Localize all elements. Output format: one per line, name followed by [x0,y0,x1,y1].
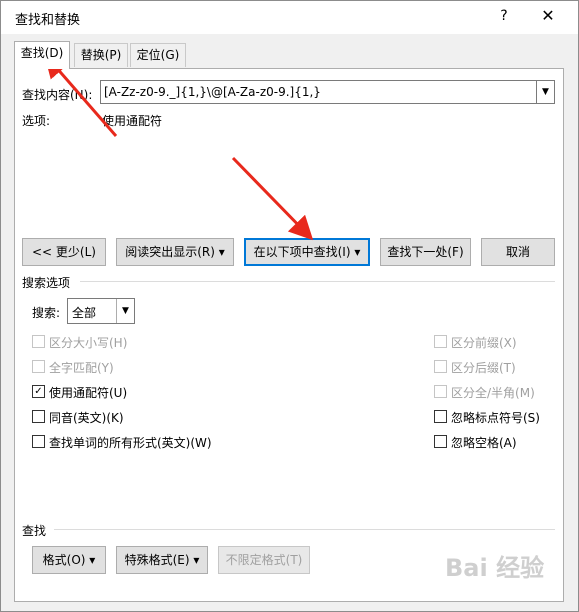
checkbox-box [434,435,447,448]
special-button[interactable]: 特殊格式(E) ▾ [116,546,208,574]
options-value: 使用通配符 [102,114,163,128]
checkbox-label: 区分全/半角(M) [451,386,535,400]
checkbox-label: 查找单词的所有形式(英文)(W) [49,436,212,450]
checkbox-label: 使用通配符(U) [49,386,128,400]
help-button[interactable]: ? [494,5,514,27]
options-label: 选项: [22,114,51,128]
find-what-label: 查找内容(N): [22,88,93,102]
checkbox-box [434,410,447,423]
search-options-header: 搜索选项 [22,276,71,290]
search-direction-label: 搜索: [32,306,61,320]
search-options-divider [80,281,555,282]
checkbox-label: 忽略空格(A) [451,436,517,450]
checkbox-box [32,410,45,423]
checkbox-box [32,360,45,373]
find-section-divider [54,529,555,530]
chevron-down-icon[interactable]: ▼ [536,81,554,103]
close-button[interactable]: ✕ [536,5,560,27]
chevron-down-icon[interactable]: ▼ [116,299,134,323]
find-what-input[interactable]: [A-Zz-z0-9._]{1,}\@[A-Za-z0-9.]{1,} [104,85,321,99]
checkbox-label: 全字匹配(Y) [49,361,114,375]
checkmark-icon: ✓ [32,385,45,398]
title-bar: 查找和替换 ? ✕ [1,1,578,34]
format-button[interactable]: 格式(O) ▾ [32,546,106,574]
cancel-button[interactable]: 取消 [481,238,555,266]
tab-replace[interactable]: 替换(P) [74,43,128,67]
checkbox-box [434,360,447,373]
checkbox-box [32,435,45,448]
tab-find[interactable]: 查找(D) [14,41,70,69]
checkbox-box [434,385,447,398]
checkbox-label: 忽略标点符号(S) [451,411,540,425]
less-button[interactable]: << 更少(L) [22,238,106,266]
window-title: 查找和替换 [15,13,81,28]
checkbox-box [434,335,447,348]
find-next-button[interactable]: 查找下一处(F) [380,238,471,266]
watermark-logo: Bai 经验 [445,554,545,582]
find-what-combobox[interactable]: [A-Zz-z0-9._]{1,}\@[A-Za-z0-9.]{1,} ▼ [100,80,555,104]
checkbox-label: 区分前缀(X) [451,336,517,350]
tab-goto[interactable]: 定位(G) [130,43,186,67]
no-formatting-button[interactable]: 不限定格式(T) [218,546,310,574]
search-direction-value: 全部 [72,306,97,320]
checkbox-label: 同音(英文)(K) [49,411,124,425]
find-in-button[interactable]: 在以下项中查找(I) ▾ [244,238,370,266]
checkbox-box [32,335,45,348]
search-direction-select[interactable]: 全部 ▼ [67,298,135,324]
checkbox-label: 区分后缀(T) [451,361,516,375]
reading-highlight-button[interactable]: 阅读突出显示(R) ▾ [116,238,234,266]
find-section-header: 查找 [22,524,47,538]
checkbox-label: 区分大小写(H) [49,336,128,350]
